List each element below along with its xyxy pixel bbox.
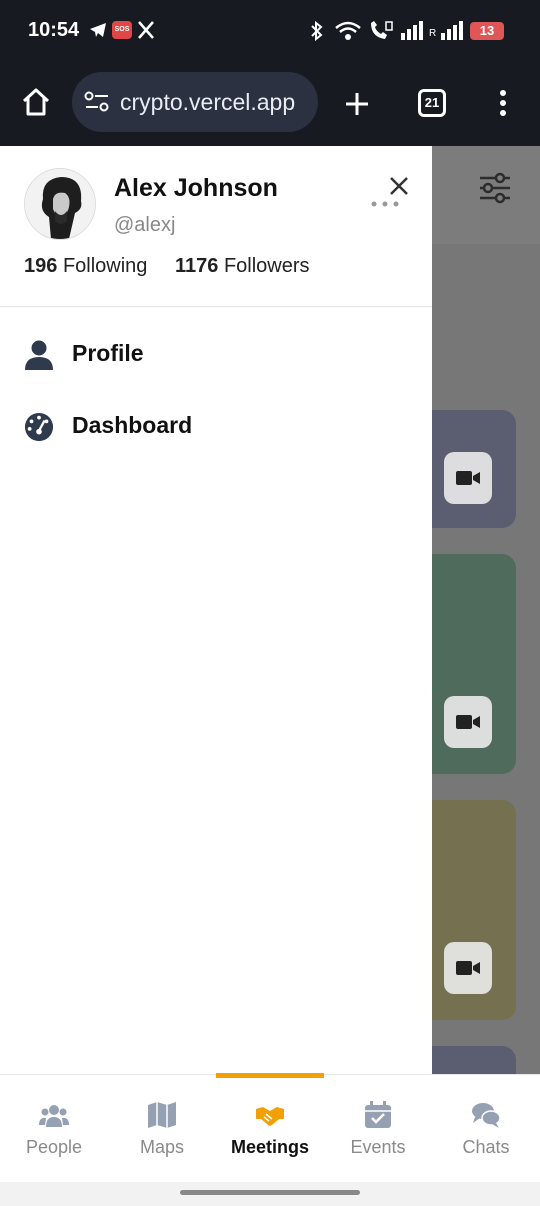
bluetooth-icon xyxy=(311,20,323,42)
video-call-button[interactable] xyxy=(444,696,492,748)
menu-item-label: Dashboard xyxy=(72,412,193,438)
more-options-icon[interactable] xyxy=(370,200,400,208)
close-icon[interactable] xyxy=(388,175,410,197)
user-name: Alex Johnson xyxy=(114,174,278,202)
more-menu-icon[interactable] xyxy=(497,88,509,118)
sos-icon: SOS xyxy=(112,21,132,39)
menu-item-label: Profile xyxy=(72,340,144,366)
gauge-icon xyxy=(24,412,54,442)
following-label[interactable]: Following xyxy=(63,255,147,277)
status-time: 10:54 xyxy=(28,19,80,41)
person-icon xyxy=(25,340,53,370)
divider xyxy=(0,306,432,307)
new-tab-icon[interactable] xyxy=(343,90,371,118)
avatar[interactable] xyxy=(24,168,96,240)
x-app-icon xyxy=(138,21,154,39)
video-call-button[interactable] xyxy=(444,452,492,504)
video-icon xyxy=(456,471,480,485)
nav-item-meetings[interactable]: Meetings xyxy=(216,1075,324,1183)
people-icon xyxy=(39,1105,69,1127)
wifi-calling-icon xyxy=(371,21,393,39)
address-bar[interactable]: crypto.vercel.app xyxy=(72,72,318,132)
roaming-label: R xyxy=(429,28,437,39)
site-settings-icon[interactable] xyxy=(84,90,110,114)
follow-stats: 196 Following 1176 Followers xyxy=(24,255,310,278)
video-icon xyxy=(456,715,480,729)
video-call-button[interactable] xyxy=(444,942,492,994)
handshake-icon xyxy=(256,1107,284,1126)
url-text: crypto.vercel.app xyxy=(120,89,296,115)
bottom-navigation: People Maps Meetings Events Chats xyxy=(0,1073,540,1183)
signal-2-icon xyxy=(441,21,463,40)
telegram-icon xyxy=(90,23,106,37)
status-bar: 10:54 SOS R 13 xyxy=(0,0,540,62)
nav-item-events[interactable]: Events xyxy=(324,1075,432,1183)
nav-label: Events xyxy=(350,1137,406,1157)
menu-item-dashboard[interactable]: Dashboard xyxy=(0,397,432,457)
browser-toolbar: crypto.vercel.app 21 xyxy=(0,62,540,146)
nav-item-chats[interactable]: Chats xyxy=(432,1075,540,1183)
side-drawer: Alex Johnson @alexj 196 Following 1176 F… xyxy=(0,146,432,1074)
user-handle: @alexj xyxy=(114,214,176,236)
nav-label: Chats xyxy=(462,1137,510,1157)
nav-item-maps[interactable]: Maps xyxy=(108,1075,216,1183)
wifi-icon xyxy=(335,21,361,40)
home-indicator[interactable] xyxy=(180,1190,360,1195)
nav-label: Maps xyxy=(139,1137,184,1157)
nav-label: Meetings xyxy=(230,1137,309,1157)
map-icon xyxy=(148,1102,176,1128)
tab-switcher-button[interactable]: 21 xyxy=(418,89,446,117)
filter-icon[interactable] xyxy=(478,172,512,204)
nav-label: People xyxy=(25,1137,83,1157)
following-count: 196 xyxy=(24,255,58,277)
chat-icon xyxy=(472,1103,501,1128)
calendar-check-icon xyxy=(365,1101,391,1128)
nav-item-people[interactable]: People xyxy=(0,1075,108,1183)
home-icon[interactable] xyxy=(20,86,52,118)
followers-label[interactable]: Followers xyxy=(224,255,310,277)
signal-icon xyxy=(401,21,423,40)
video-icon xyxy=(456,961,480,975)
battery-indicator: 13 xyxy=(470,22,504,40)
menu-item-profile[interactable]: Profile xyxy=(0,325,432,385)
avatar-image xyxy=(25,169,95,239)
followers-count: 1176 xyxy=(174,255,219,277)
